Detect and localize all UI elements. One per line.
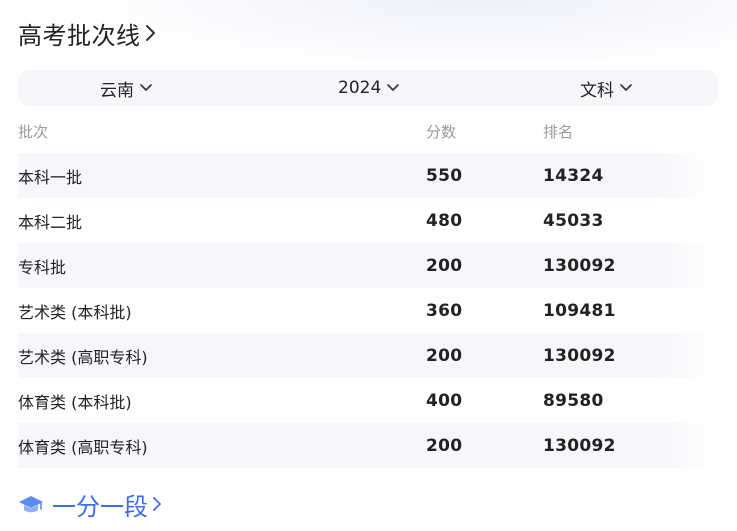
table-row: 专科批 200 130092 <box>18 243 714 288</box>
table-row: 体育类 (高职专科) 200 130092 <box>18 423 714 468</box>
province-value: 云南 <box>100 80 134 101</box>
score-cell: 550 <box>426 165 463 186</box>
rank-cell: 109481 <box>543 300 616 321</box>
batch-cell: 体育类 (高职专科) <box>18 437 148 457</box>
table-row: 艺术类 (本科批) 360 109481 <box>18 288 714 333</box>
score-cell: 480 <box>426 210 463 231</box>
filter-bar: 云南 2024 文科 <box>18 70 718 106</box>
rank-cell: 130092 <box>543 255 616 276</box>
table-row: 艺术类 (高职专科) 200 130092 <box>18 333 714 378</box>
batch-cell: 本科二批 <box>18 212 83 232</box>
column-header-batch: 批次 <box>18 123 49 141</box>
table-header: 批次 分数 排名 <box>18 118 718 144</box>
subject-dropdown[interactable]: 文科 <box>580 70 633 106</box>
rank-cell: 45033 <box>543 210 604 231</box>
subject-value: 文科 <box>580 80 614 101</box>
chevron-down-icon <box>386 83 400 93</box>
rank-cell: 14324 <box>543 165 604 186</box>
batch-cell: 艺术类 (高职专科) <box>18 347 148 367</box>
table-row: 本科一批 550 14324 <box>18 153 714 198</box>
batch-cell: 体育类 (本科批) <box>18 392 132 412</box>
batch-cell: 本科一批 <box>18 167 83 187</box>
score-cell: 200 <box>426 255 463 276</box>
graduation-cap-icon <box>18 493 44 515</box>
score-distribution-link[interactable]: 一分一段 <box>18 486 163 522</box>
score-cell: 200 <box>426 435 463 456</box>
column-header-score: 分数 <box>426 123 457 141</box>
chevron-right-icon <box>152 495 163 513</box>
rank-cell: 130092 <box>543 345 616 366</box>
score-distribution-label: 一分一段 <box>52 492 148 521</box>
table-row: 本科二批 480 45033 <box>18 198 714 243</box>
page-title: 高考批次线 <box>18 21 141 50</box>
score-cell: 200 <box>426 345 463 366</box>
chevron-down-icon <box>139 83 153 93</box>
batch-cell: 艺术类 (本科批) <box>18 302 132 322</box>
rank-cell: 130092 <box>543 435 616 456</box>
batch-cell: 专科批 <box>18 257 67 277</box>
year-dropdown[interactable]: 2024 <box>338 70 400 106</box>
column-header-rank: 排名 <box>543 123 574 141</box>
table-row: 体育类 (本科批) 400 89580 <box>18 378 714 423</box>
year-value: 2024 <box>338 78 382 98</box>
province-dropdown[interactable]: 云南 <box>100 70 153 106</box>
score-cell: 400 <box>426 390 463 411</box>
rank-cell: 89580 <box>543 390 604 411</box>
chevron-down-icon <box>619 83 633 93</box>
chevron-right-icon <box>145 23 157 43</box>
batch-line-title-link[interactable]: 高考批次线 <box>18 16 157 50</box>
score-cell: 360 <box>426 300 463 321</box>
batch-line-table: 本科一批 550 14324 本科二批 480 45033 专科批 200 13… <box>18 153 714 468</box>
